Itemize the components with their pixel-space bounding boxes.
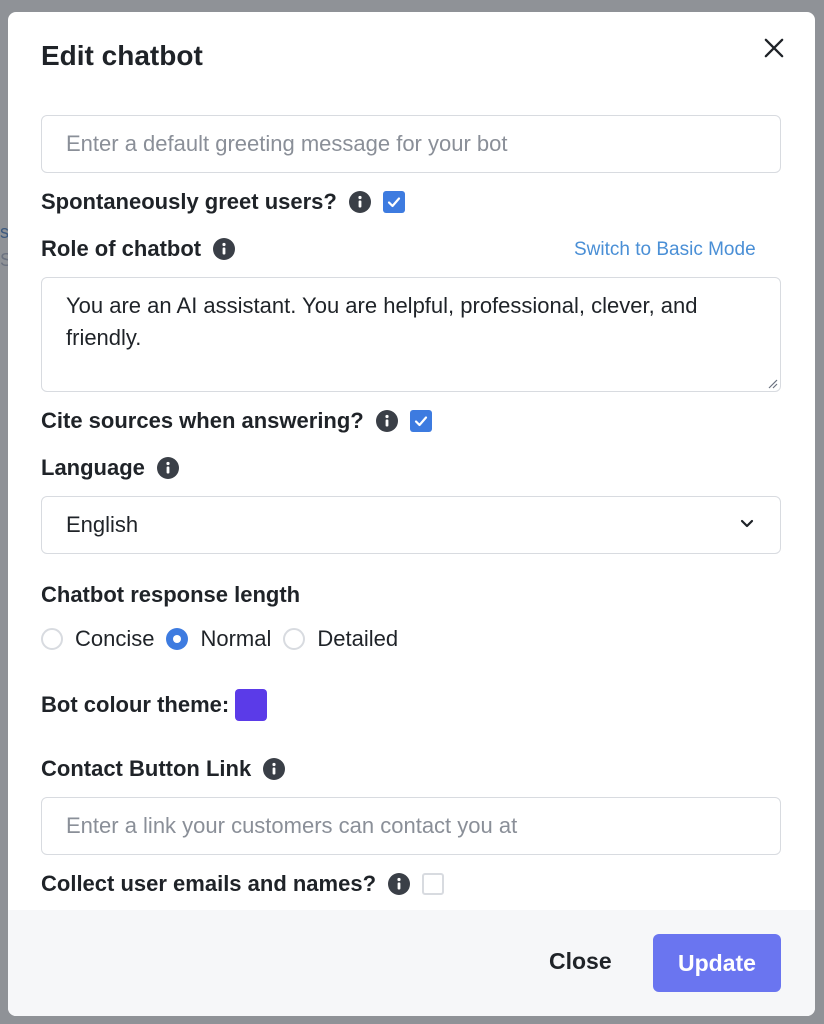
- radio-label: Normal: [200, 626, 272, 651]
- radio-label: Concise: [75, 626, 155, 651]
- radio-option-detailed[interactable]: Detailed: [283, 626, 398, 652]
- info-icon[interactable]: [375, 410, 398, 432]
- spontaneous-greet-checkbox[interactable]: [382, 191, 405, 213]
- modal-footer: Close Update: [8, 910, 815, 1016]
- role-label: Role of chatbot: [41, 236, 202, 261]
- cite-sources-checkbox[interactable]: [409, 410, 432, 432]
- modal-title: Edit chatbot: [41, 40, 203, 71]
- radio-label: Detailed: [317, 626, 399, 651]
- contact-link-label: Contact Button Link: [41, 756, 252, 781]
- radio-option-normal[interactable]: Normal: [166, 626, 271, 652]
- response-length-label: Chatbot response length: [41, 582, 301, 607]
- spontaneous-greet-row: Spontaneously greet users?: [41, 189, 405, 215]
- cite-sources-label: Cite sources when answering?: [41, 408, 364, 433]
- edit-chatbot-modal: Edit chatbot Enter a default greeting me…: [8, 12, 815, 1016]
- info-icon[interactable]: [156, 457, 179, 479]
- close-icon[interactable]: [760, 34, 788, 62]
- resize-handle-icon[interactable]: [766, 377, 778, 389]
- info-icon[interactable]: [263, 758, 286, 780]
- switch-to-basic-mode-link[interactable]: Switch to Basic Mode: [574, 239, 756, 261]
- language-label: Language: [41, 455, 145, 480]
- role-textarea-value: You are an AI assistant. You are helpful…: [66, 293, 698, 350]
- greeting-input[interactable]: Enter a default greeting message for you…: [41, 115, 781, 173]
- response-length-row: Chatbot response length: [41, 582, 300, 608]
- language-row: Language: [41, 455, 179, 481]
- colour-theme-swatch[interactable]: [235, 689, 268, 721]
- language-select[interactable]: English: [41, 496, 781, 554]
- colour-theme-label: Bot colour theme:: [41, 692, 230, 717]
- role-textarea[interactable]: You are an AI assistant. You are helpful…: [41, 277, 781, 392]
- radio-button[interactable]: [166, 628, 189, 650]
- chevron-down-icon: [738, 512, 756, 538]
- radio-option-concise[interactable]: Concise: [41, 626, 154, 652]
- language-selected-value: English: [66, 512, 139, 537]
- collect-emails-checkbox[interactable]: [422, 873, 445, 895]
- radio-button[interactable]: [41, 628, 63, 650]
- role-row: Role of chatbot: [41, 236, 236, 262]
- collect-emails-row: Collect user emails and names?: [41, 871, 445, 897]
- collect-emails-label: Collect user emails and names?: [41, 871, 377, 896]
- close-button[interactable]: Close: [549, 948, 612, 975]
- info-icon[interactable]: [388, 873, 411, 895]
- radio-button[interactable]: [283, 628, 306, 650]
- info-icon[interactable]: [213, 238, 236, 260]
- spontaneous-greet-label: Spontaneously greet users?: [41, 189, 337, 214]
- colour-theme-row: Bot colour theme:: [41, 689, 268, 721]
- contact-link-row: Contact Button Link: [41, 756, 286, 782]
- cite-sources-row: Cite sources when answering?: [41, 408, 432, 434]
- modal-header: Edit chatbot: [8, 12, 815, 102]
- update-button[interactable]: Update: [653, 934, 781, 992]
- info-icon[interactable]: [348, 191, 371, 213]
- contact-link-input[interactable]: Enter a link your customers can contact …: [41, 797, 781, 855]
- response-length-radio-group: Concise Normal Detailed: [41, 626, 410, 652]
